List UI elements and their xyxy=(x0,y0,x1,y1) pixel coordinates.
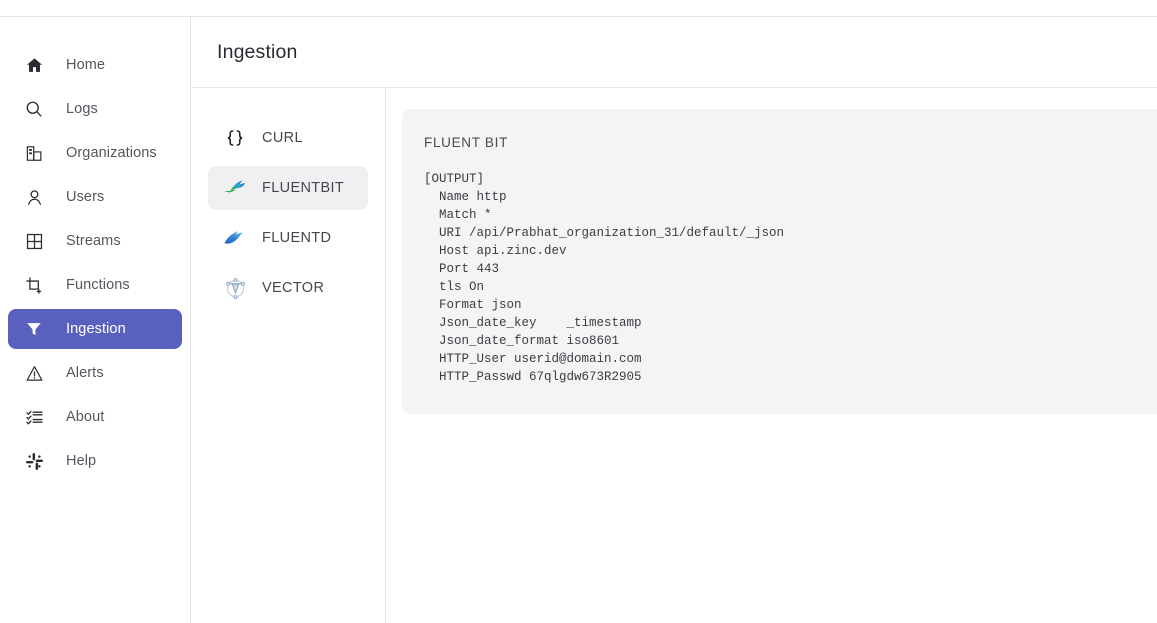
building-icon xyxy=(22,141,46,165)
sidebar-item-label: Logs xyxy=(66,101,98,117)
fluentbit-icon xyxy=(222,175,248,201)
tab-label: FLUENTD xyxy=(262,230,331,246)
search-icon xyxy=(22,97,46,121)
code-card-heading: FLUENT BIT xyxy=(424,135,1157,150)
sidebar-item-about[interactable]: About xyxy=(8,397,182,437)
fluentbit-config-code[interactable]: [OUTPUT] Name http Match * URI /api/Prab… xyxy=(424,170,1157,386)
warning-triangle-icon xyxy=(22,361,46,385)
sidebar-item-ingestion[interactable]: Ingestion xyxy=(8,309,182,349)
sidebar-item-alerts[interactable]: Alerts xyxy=(8,353,182,393)
sidebar-item-label: Functions xyxy=(66,277,130,293)
sidebar-item-home[interactable]: Home xyxy=(8,45,182,85)
sidebar-item-label: Organizations xyxy=(66,145,157,161)
content-area: FLUENT BIT [OUTPUT] Name http Match * UR… xyxy=(386,88,1157,623)
home-icon xyxy=(22,53,46,77)
sidebar-item-label: Home xyxy=(66,57,105,73)
sidebar-item-streams[interactable]: Streams xyxy=(8,221,182,261)
sidebar-item-label: Help xyxy=(66,453,96,469)
funnel-icon xyxy=(22,317,46,341)
grid-icon xyxy=(22,229,46,253)
tab-label: CURL xyxy=(262,130,303,146)
sidebar-item-organizations[interactable]: Organizations xyxy=(8,133,182,173)
sidebar-item-users[interactable]: Users xyxy=(8,177,182,217)
sidebar-item-label: Alerts xyxy=(66,365,104,381)
tab-fluentbit[interactable]: FLUENTBIT xyxy=(208,166,368,210)
top-bar xyxy=(0,0,1157,17)
sidebar-item-label: About xyxy=(66,409,104,425)
sidebar-item-label: Users xyxy=(66,189,104,205)
page-title: Ingestion xyxy=(217,41,298,64)
checklist-icon xyxy=(22,405,46,429)
crop-plus-icon xyxy=(22,273,46,297)
main-sidebar: Home Logs Organizations Users Streams xyxy=(0,17,191,623)
sidebar-item-logs[interactable]: Logs xyxy=(8,89,182,129)
tab-fluentd[interactable]: FLUENTD xyxy=(208,216,368,260)
fluentbit-config-card: FLUENT BIT [OUTPUT] Name http Match * UR… xyxy=(402,109,1157,414)
tab-label: VECTOR xyxy=(262,280,324,296)
sidebar-item-functions[interactable]: Functions xyxy=(8,265,182,305)
sidebar-item-label: Streams xyxy=(66,233,121,249)
ingestion-method-tabs: CURL FLUENTBIT xyxy=(191,88,386,623)
fluentd-icon xyxy=(222,225,248,251)
sidebar-item-help[interactable]: Help xyxy=(8,441,182,481)
vector-icon xyxy=(222,275,248,301)
tab-label: FLUENTBIT xyxy=(262,180,344,196)
tab-curl[interactable]: CURL xyxy=(208,116,368,160)
curly-braces-icon xyxy=(222,125,248,151)
person-icon xyxy=(22,185,46,209)
slack-icon xyxy=(22,449,46,473)
page-header: Ingestion xyxy=(191,17,1157,88)
sidebar-item-label: Ingestion xyxy=(66,321,126,337)
tab-vector[interactable]: VECTOR xyxy=(208,266,368,310)
